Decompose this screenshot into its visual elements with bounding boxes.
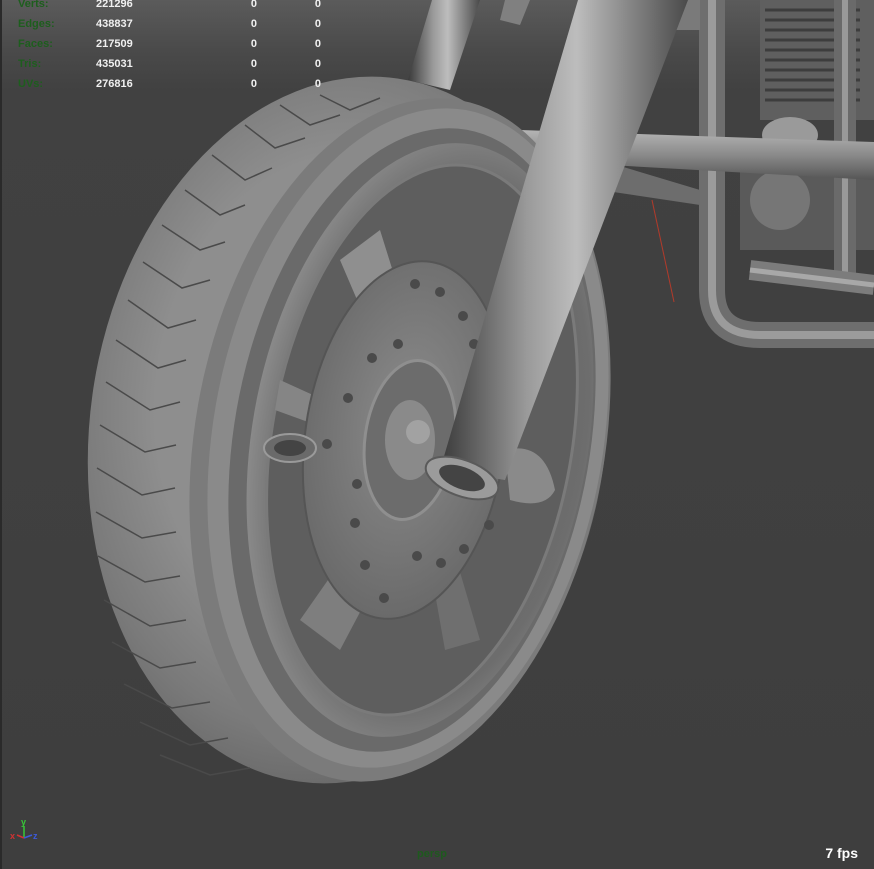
hud-value-uvs-selected: 0 — [250, 78, 257, 90]
hud-value-edges-other: 0 — [314, 18, 321, 30]
hud-row-verts: Verts: 221296 0 0 — [0, 0, 321, 14]
hud-value-faces-other: 0 — [314, 38, 321, 50]
x-axis-line — [16, 834, 25, 839]
hud-label-edges: Edges: — [18, 18, 55, 30]
y-axis-label: y — [21, 818, 26, 827]
hud-row-uvs: UVs: 276816 0 0 — [0, 74, 321, 94]
hud-value-verts-selected: 0 — [250, 0, 257, 10]
hud-value-verts-other: 0 — [314, 0, 321, 10]
maya-viewport-panel[interactable]: Verts: 221296 0 0 Edges: 438837 0 0 Face… — [0, 0, 874, 869]
hud-value-uvs-other: 0 — [314, 78, 321, 90]
hud-value-uvs-total: 276816 — [96, 78, 133, 90]
hud-value-tris-other: 0 — [314, 58, 321, 70]
hud-label-uvs: UVs: — [18, 78, 44, 90]
z-axis-line — [23, 834, 33, 839]
motorcycle-3d-model[interactable] — [0, 0, 874, 869]
hud-value-tris-total: 435031 — [96, 58, 133, 70]
axis-gizmo-icon: y x z — [10, 818, 38, 841]
hud-value-edges-selected: 0 — [250, 18, 257, 30]
hud-row-tris: Tris: 435031 0 0 — [0, 54, 321, 74]
hud-value-faces-selected: 0 — [250, 38, 257, 50]
hud-value-tris-selected: 0 — [250, 58, 257, 70]
fps-readout: 7 fps — [825, 845, 858, 861]
hud-row-faces: Faces: 217509 0 0 — [0, 34, 321, 54]
hud-row-edges: Edges: 438837 0 0 — [0, 14, 321, 34]
camera-name-label: persp — [417, 848, 447, 860]
hud-value-faces-total: 217509 — [96, 38, 133, 50]
hud-value-verts-total: 221296 — [96, 0, 133, 10]
hud-value-edges-total: 438837 — [96, 18, 133, 30]
hud-label-faces: Faces: — [18, 38, 53, 50]
hud-label-verts: Verts: — [18, 0, 49, 10]
hud-label-tris: Tris: — [18, 58, 42, 70]
poly-count-hud: Verts: 221296 0 0 Edges: 438837 0 0 Face… — [0, 0, 321, 94]
z-axis-label: z — [33, 831, 38, 841]
x-axis-label: x — [10, 831, 15, 841]
